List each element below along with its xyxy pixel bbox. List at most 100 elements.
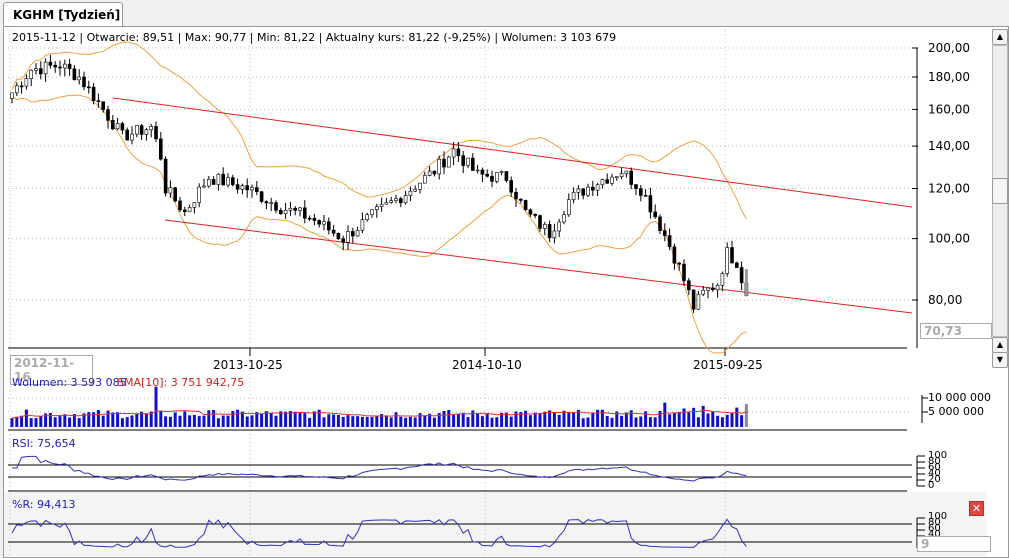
candle: [672, 246, 677, 264]
candle: [15, 85, 19, 94]
candle: [240, 185, 245, 190]
candle: [461, 155, 466, 166]
volume-bar: [509, 416, 513, 427]
candle: [418, 182, 422, 190]
candle: [135, 125, 139, 135]
volume-bar: [63, 414, 67, 427]
candle: [159, 138, 163, 160]
candle: [442, 158, 446, 168]
volume-bar: [375, 415, 379, 427]
candle: [350, 231, 355, 237]
volume-bar: [524, 410, 528, 427]
volume-bar: [528, 415, 532, 427]
candle: [370, 209, 374, 216]
volume-bar: [183, 411, 187, 427]
volume-bar: [77, 418, 81, 427]
candle: [38, 68, 43, 75]
volume-axis-label: 10 000 000: [928, 391, 991, 404]
price-axis-label: 120,00: [928, 181, 970, 195]
candle: [643, 195, 648, 197]
candle: [87, 86, 91, 89]
candle: [701, 289, 706, 295]
candle: [211, 179, 216, 185]
volume-bar: [596, 409, 600, 427]
candle: [96, 100, 101, 103]
candle: [278, 210, 283, 215]
candle: [259, 191, 264, 202]
candle: [197, 186, 201, 203]
volume-bar: [456, 413, 460, 427]
rsi-label: RSI: 75,654: [12, 437, 76, 450]
candle: [470, 157, 475, 171]
close-indicator-button[interactable]: ✕: [969, 501, 984, 516]
candle: [77, 76, 81, 81]
candle: [58, 66, 62, 69]
volume-bar: [629, 410, 633, 427]
candle: [706, 287, 710, 291]
candle: [379, 203, 384, 207]
volume-bar: [480, 416, 484, 427]
volume-bar: [720, 417, 724, 427]
volume-bar: [10, 418, 14, 427]
candle: [638, 188, 643, 196]
volume-label: Wolumen: 3 593 085: [12, 376, 127, 389]
volume-bar: [423, 415, 427, 427]
candle: [130, 133, 134, 141]
candle: [255, 187, 259, 192]
volume-bar: [298, 412, 302, 427]
volume-bar: [68, 417, 72, 427]
volume-bar: [404, 417, 408, 427]
volume-bar: [538, 413, 542, 427]
volume-bar: [159, 410, 163, 427]
candle: [538, 215, 542, 229]
candle: [715, 284, 720, 291]
volume-bar: [202, 415, 206, 427]
scroll-down-button[interactable]: ▼: [992, 352, 1008, 368]
candle: [139, 125, 144, 135]
volume-bar: [562, 410, 566, 427]
candle: [552, 230, 557, 239]
volume-bar: [269, 413, 273, 427]
candle: [595, 184, 600, 191]
volume-bar: [394, 412, 398, 427]
volume-bar: [154, 386, 158, 427]
candle: [490, 175, 494, 182]
candle: [293, 207, 298, 211]
candle: [518, 198, 523, 201]
volume-bar: [706, 413, 710, 427]
chart-canvas[interactable]: 200,00 180,00 160,00 140,00 120,00 100,00 80,0…: [0, 0, 1009, 558]
candle: [494, 172, 499, 182]
candle: [34, 68, 38, 71]
volume-bar: [624, 412, 628, 427]
scroll-up-button[interactable]: ▲: [992, 29, 1008, 45]
candle: [302, 207, 307, 219]
volume-axis-label: 5 000 000: [928, 405, 984, 418]
scroll-up-button-2[interactable]: ▲: [992, 337, 1008, 353]
candle: [451, 148, 456, 158]
candle: [62, 63, 67, 69]
candle: [610, 176, 614, 184]
volume-bar: [389, 417, 393, 427]
candle: [91, 86, 96, 101]
volume-sma-label: SMA[10]: 3 751 942,75: [117, 376, 245, 389]
candle: [480, 169, 485, 175]
candle: [53, 64, 58, 68]
candle: [586, 186, 590, 196]
volume-bar: [120, 418, 124, 427]
candle: [408, 190, 413, 196]
candle: [590, 186, 595, 191]
volume-bar: [658, 410, 662, 427]
candle: [10, 92, 14, 99]
volume-bar: [34, 418, 38, 427]
price-axis-label: 140,00: [928, 139, 970, 153]
volume-bar: [711, 411, 715, 427]
volume-bar: [279, 411, 283, 427]
volume-bar: [663, 402, 667, 427]
price-scrollbar-thumb[interactable]: [992, 178, 1008, 204]
volume-bar: [197, 416, 201, 427]
candle: [374, 206, 379, 210]
candle: [149, 126, 153, 131]
candle: [235, 184, 240, 190]
price-axis-label: 180,00: [928, 70, 970, 84]
candle: [346, 231, 350, 243]
